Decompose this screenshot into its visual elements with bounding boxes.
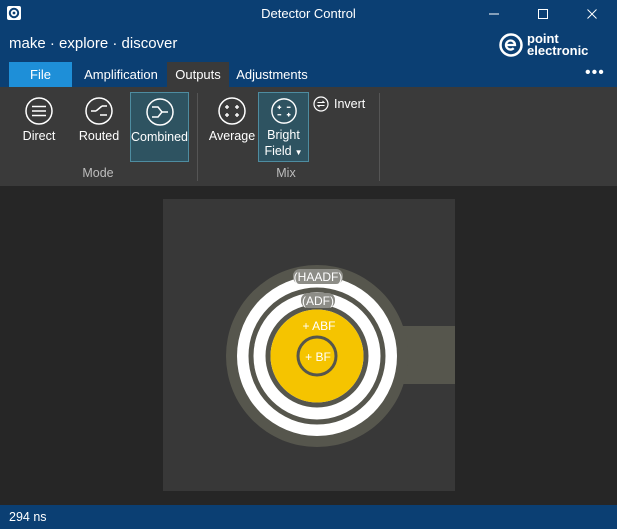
- title-bar: Detector Control: [0, 0, 617, 28]
- adf-label: (ADF): [302, 294, 334, 308]
- minimize-button[interactable]: [471, 0, 517, 28]
- bright-field-icon: [270, 98, 297, 124]
- mix-group-label: Mix: [276, 166, 296, 180]
- bright-field-button[interactable]: Bright Field ▼: [258, 92, 309, 162]
- timing-readout: 294 ns: [9, 510, 47, 524]
- bright-field-label-line1: Bright: [267, 128, 300, 142]
- bf-label: + BF: [305, 350, 331, 364]
- tab-amplification[interactable]: Amplification: [78, 62, 164, 87]
- brand-name-line2: electronic: [527, 43, 589, 58]
- tab-bar: File Amplification Outputs Adjustments •…: [0, 60, 617, 87]
- brand-logo: point electronic: [499, 32, 588, 58]
- average-icon: [218, 97, 246, 125]
- maximize-icon: [538, 9, 548, 19]
- detector-panel: (HAADF) (ADF) + ABF + BF: [163, 199, 455, 491]
- minimize-icon: [489, 13, 499, 15]
- abf-label: + ABF: [302, 319, 335, 333]
- ribbon-separator: [197, 93, 198, 181]
- status-bar: 294 ns: [0, 505, 617, 529]
- combined-label: Combined: [131, 130, 188, 144]
- average-button[interactable]: Average: [203, 92, 261, 162]
- point-electronic-logo-icon: [499, 33, 523, 57]
- tab-file[interactable]: File: [9, 62, 72, 87]
- invert-button[interactable]: Invert: [313, 95, 365, 113]
- tab-outputs[interactable]: Outputs: [167, 62, 229, 87]
- main-area: (HAADF) (ADF) + ABF + BF: [0, 186, 617, 504]
- mode-group-label: Mode: [82, 166, 114, 180]
- ribbon-toolbar: Direct Routed Combined Mode Average Brig…: [0, 87, 617, 186]
- maximize-button[interactable]: [520, 0, 566, 28]
- direct-label: Direct: [22, 129, 56, 143]
- average-label: Average: [208, 129, 256, 143]
- close-button[interactable]: [569, 0, 615, 28]
- routed-label: Routed: [78, 129, 120, 143]
- invert-icon: [313, 96, 329, 112]
- routed-icon: [85, 97, 113, 125]
- haadf-label: (HAADF): [294, 270, 343, 284]
- invert-label: Invert: [334, 97, 366, 111]
- ribbon-separator: [379, 93, 380, 181]
- direct-icon: [25, 97, 53, 125]
- tagline: make · explore · discover: [9, 35, 178, 52]
- combined-icon: [145, 98, 174, 126]
- combined-button[interactable]: Combined: [130, 92, 189, 162]
- routed-button[interactable]: Routed: [70, 92, 128, 162]
- detector-control-window: Detector Control make · explore · discov…: [0, 0, 617, 529]
- header-bar: make · explore · discover point electron…: [0, 28, 617, 60]
- tab-adjustments[interactable]: Adjustments: [232, 62, 312, 87]
- bright-field-label: Bright Field ▼: [264, 127, 302, 161]
- detector-diagram: (HAADF) (ADF) + ABF + BF: [226, 265, 455, 447]
- direct-button[interactable]: Direct: [10, 92, 68, 162]
- close-icon: [587, 9, 597, 19]
- bright-field-label-line2: Field: [264, 144, 292, 158]
- dropdown-arrow-icon: ▼: [294, 148, 303, 157]
- more-options-button[interactable]: •••: [585, 64, 605, 82]
